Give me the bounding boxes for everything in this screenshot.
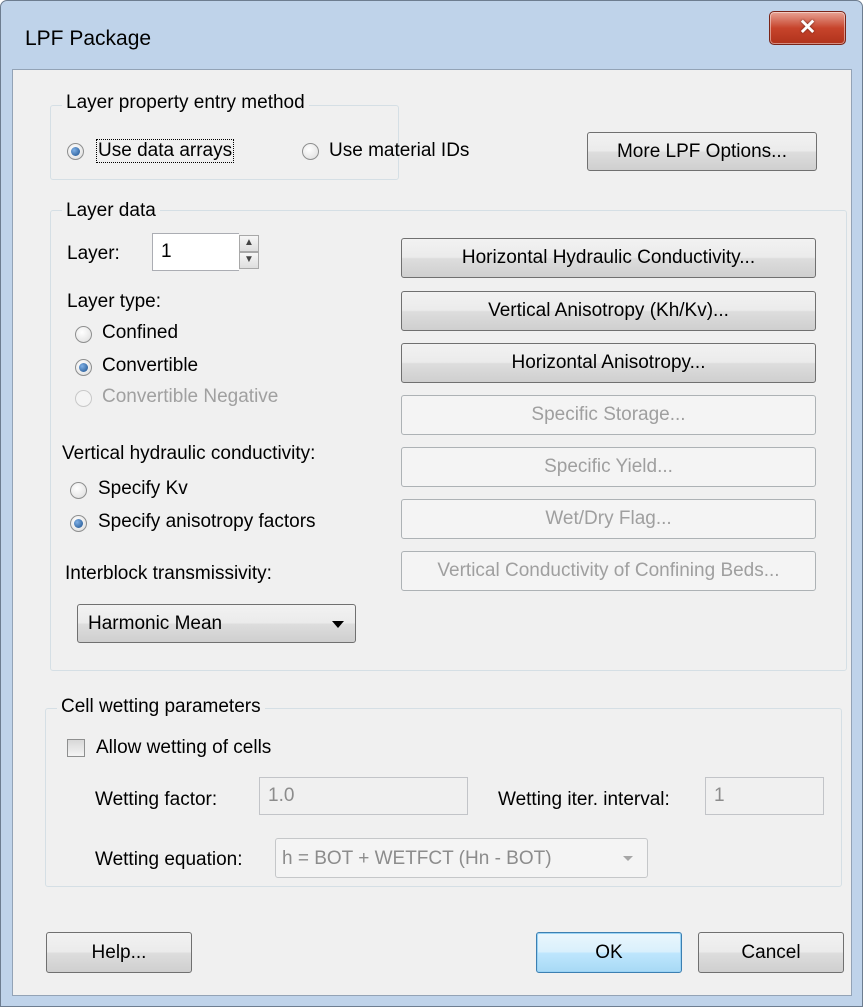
wetting-equation-value: h = BOT + WETFCT (Hn - BOT): [282, 848, 552, 869]
layer-number-input[interactable]: 1: [152, 233, 239, 271]
wetting-factor-input[interactable]: 1.0: [259, 777, 468, 815]
specify-anisotropy-label[interactable]: Specify anisotropy factors: [98, 511, 316, 533]
lpf-package-dialog: LPF Package ✕ Layer property entry metho…: [0, 0, 863, 1007]
layer-spin-down[interactable]: ▼: [239, 252, 259, 269]
convertible-negative-radio[interactable]: [75, 390, 92, 407]
title-bar[interactable]: LPF Package ✕: [1, 1, 862, 69]
layer-spin-up[interactable]: ▲: [239, 235, 259, 252]
wetting-equation-label: Wetting equation:: [95, 849, 243, 870]
more-lpf-options-button[interactable]: More LPF Options...: [587, 132, 817, 171]
allow-wetting-checkbox[interactable]: [67, 739, 85, 757]
close-icon: ✕: [798, 16, 817, 39]
use-data-arrays-radio[interactable]: [67, 143, 84, 160]
vertical-confining-beds-button[interactable]: Vertical Conductivity of Confining Beds.…: [401, 551, 816, 591]
vertical-k-label: Vertical hydraulic conductivity:: [62, 443, 316, 464]
layer-type-label: Layer type:: [67, 291, 161, 312]
specify-kv-label[interactable]: Specify Kv: [98, 478, 188, 500]
wetting-interval-input[interactable]: 1: [705, 777, 824, 815]
horizontal-k-button[interactable]: Horizontal Hydraulic Conductivity...: [401, 238, 816, 278]
wetting-interval-label: Wetting iter. interval:: [498, 789, 670, 810]
wet-dry-flag-button[interactable]: Wet/Dry Flag...: [401, 499, 816, 539]
use-material-ids-label[interactable]: Use material IDs: [329, 140, 469, 162]
confined-radio[interactable]: [75, 326, 92, 343]
layer-data-group: [50, 210, 847, 671]
specify-anisotropy-radio[interactable]: [70, 515, 87, 532]
confined-label[interactable]: Confined: [102, 322, 178, 344]
entry-method-group-label: Layer property entry method: [62, 92, 309, 114]
horizontal-anisotropy-button[interactable]: Horizontal Anisotropy...: [401, 343, 816, 383]
specific-storage-button[interactable]: Specific Storage...: [401, 395, 816, 435]
use-material-ids-radio[interactable]: [302, 143, 319, 160]
close-button[interactable]: ✕: [769, 11, 846, 45]
interblock-dropdown[interactable]: Harmonic Mean: [77, 604, 356, 643]
convertible-label[interactable]: Convertible: [102, 355, 198, 377]
wetting-group-label: Cell wetting parameters: [57, 696, 265, 718]
wetting-equation-dropdown[interactable]: h = BOT + WETFCT (Hn - BOT): [275, 838, 648, 878]
chevron-down-icon: [332, 621, 344, 628]
specify-kv-radio[interactable]: [70, 482, 87, 499]
convertible-negative-label[interactable]: Convertible Negative: [102, 386, 278, 408]
chevron-down-icon: [623, 856, 633, 861]
allow-wetting-label[interactable]: Allow wetting of cells: [96, 737, 271, 759]
help-button[interactable]: Help...: [46, 932, 192, 973]
convertible-radio[interactable]: [75, 359, 92, 376]
ok-button[interactable]: OK: [536, 932, 682, 973]
layer-data-group-label: Layer data: [62, 200, 160, 222]
dialog-client-area: Layer property entry method Use data arr…: [12, 69, 852, 996]
layer-label: Layer:: [67, 243, 120, 264]
interblock-value: Harmonic Mean: [88, 613, 223, 634]
wetting-factor-label: Wetting factor:: [95, 789, 218, 810]
window-title: LPF Package: [25, 27, 152, 50]
interblock-label: Interblock transmissivity:: [65, 563, 272, 584]
cancel-button[interactable]: Cancel: [698, 932, 844, 973]
specific-yield-button[interactable]: Specific Yield...: [401, 447, 816, 487]
use-data-arrays-label[interactable]: Use data arrays: [95, 139, 235, 163]
vertical-anisotropy-button[interactable]: Vertical Anisotropy (Kh/Kv)...: [401, 291, 816, 331]
